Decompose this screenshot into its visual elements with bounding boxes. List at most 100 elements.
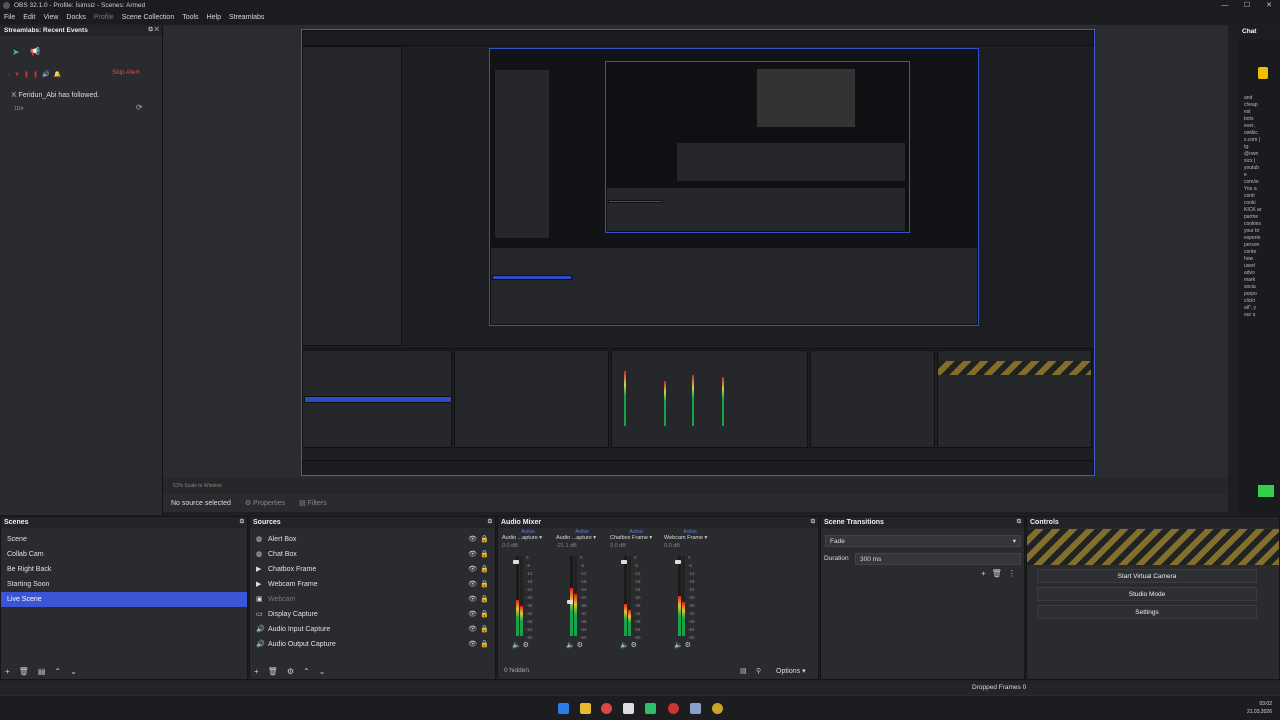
nested-screen xyxy=(489,48,979,326)
megaphone-icon[interactable]: 📢 xyxy=(30,47,40,56)
source-item[interactable]: ▶ Chatbox Frame 👁 🔒 xyxy=(250,562,495,577)
chat-line: clicki xyxy=(1244,298,1255,304)
volume-fader[interactable] xyxy=(513,560,519,564)
visibility-eye-icon[interactable]: 👁 xyxy=(468,577,477,592)
menu-tools[interactable]: Tools xyxy=(182,14,198,21)
preview-scale[interactable]: 61% Scale to Window xyxy=(173,483,222,489)
app-icon[interactable] xyxy=(645,703,656,714)
source-item[interactable]: ▶ Webcam Frame 👁 🔒 xyxy=(250,577,495,592)
source-item[interactable]: ◍ Chat Box 👁 🔒 xyxy=(250,547,495,562)
mute-speaker-icon[interactable]: 🔈 ⚙ xyxy=(620,641,637,649)
visibility-eye-icon[interactable]: 👁 xyxy=(468,532,477,547)
visibility-eye-icon[interactable]: 👁 xyxy=(468,592,477,607)
minimize-button[interactable]: — xyxy=(1214,0,1236,11)
start-virtual-camera-button[interactable]: Start Virtual Camera xyxy=(1037,569,1257,583)
dock-undock-icon[interactable]: ⧉ xyxy=(1017,517,1021,528)
lock-icon[interactable]: 🔒 xyxy=(480,562,489,577)
chat-line: cookies xyxy=(1244,221,1261,227)
menu-streamlabs[interactable]: Streamlabs xyxy=(229,14,264,21)
source-item[interactable]: ◍ Alert Box 👁 🔒 xyxy=(250,532,495,547)
visibility-eye-icon[interactable]: 👁 xyxy=(468,547,477,562)
remove-source-button[interactable]: 🗑 xyxy=(268,667,278,676)
remove-scene-button[interactable]: 🗑 xyxy=(19,667,29,676)
duration-input[interactable]: 300 ms xyxy=(855,553,1021,565)
visibility-eye-icon[interactable]: 👁 xyxy=(468,637,477,652)
volume-fader[interactable] xyxy=(567,600,573,604)
transition-toolbar[interactable]: +🗑⋮ xyxy=(981,569,1022,578)
chat-accept-button[interactable] xyxy=(1258,485,1274,497)
dock-undock-icon[interactable]: ⧉ xyxy=(240,517,244,528)
close-button[interactable]: ✕ xyxy=(1258,0,1280,11)
lock-icon[interactable]: 🔒 xyxy=(480,577,489,592)
app-icon[interactable] xyxy=(712,703,723,714)
source-properties-button[interactable]: ⚙ xyxy=(287,667,294,676)
scene-item[interactable]: Be Right Back xyxy=(1,562,247,577)
lock-icon[interactable]: 🔒 xyxy=(480,547,489,562)
event-controls[interactable]: ›▼❚❚🔊🔔 xyxy=(8,71,65,78)
channel-db: 0.0 dB xyxy=(610,543,626,549)
visibility-eye-icon[interactable]: 👁 xyxy=(468,622,477,637)
scene-item[interactable]: Live Scene xyxy=(1,592,247,607)
move-down-button[interactable]: ⌄ xyxy=(70,667,77,676)
scene-item[interactable]: Scene xyxy=(1,532,247,547)
volume-fader[interactable] xyxy=(621,560,627,564)
menu-edit[interactable]: Edit xyxy=(23,14,35,21)
transition-select[interactable]: Fade ▾ xyxy=(825,535,1021,547)
scene-item[interactable]: Starting Soon xyxy=(1,577,247,592)
scene-filters-button[interactable]: ▤ xyxy=(38,667,46,676)
menu-profile[interactable]: Profile xyxy=(94,14,114,21)
mute-speaker-icon[interactable]: 🔈 ⚙ xyxy=(674,641,691,649)
calendar-icon[interactable] xyxy=(623,703,634,714)
lock-icon[interactable]: 🔒 xyxy=(480,532,489,547)
repeat-icon[interactable]: ⟳ xyxy=(136,103,143,112)
lock-icon[interactable]: 🔒 xyxy=(480,592,489,607)
menu-docks[interactable]: Docks xyxy=(66,14,85,21)
move-down-button[interactable]: ⌄ xyxy=(319,667,326,676)
filters-button[interactable]: ▤ Filters xyxy=(299,499,327,507)
level-meter-fill xyxy=(520,606,523,636)
send-icon[interactable]: ➤ xyxy=(12,47,20,58)
lock-icon[interactable]: 🔒 xyxy=(480,607,489,622)
mixer-options-button[interactable]: Options ▾ xyxy=(776,667,806,675)
scene-item[interactable]: Collab Cam xyxy=(1,547,247,562)
mixer-link-icon[interactable]: ⚲ xyxy=(756,667,761,675)
lock-icon[interactable]: 🔒 xyxy=(480,637,489,652)
mute-speaker-icon[interactable]: 🔈 ⚙ xyxy=(566,641,583,649)
dock-float-close-icon[interactable]: ⧉ ✕ xyxy=(148,25,159,36)
menu-file[interactable]: File xyxy=(4,14,15,21)
source-item[interactable]: ▭ Display Capture 👁 🔒 xyxy=(250,607,495,622)
move-up-button[interactable]: ⌃ xyxy=(54,667,61,676)
studio-mode-button[interactable]: Studio Mode xyxy=(1037,587,1257,601)
mute-speaker-icon[interactable]: 🔈 ⚙ xyxy=(512,641,529,649)
add-source-button[interactable]: + xyxy=(254,667,259,676)
move-up-button[interactable]: ⌃ xyxy=(303,667,310,676)
source-item[interactable]: 🔊 Audio Output Capture 👁 🔒 xyxy=(250,637,495,652)
app-icon[interactable] xyxy=(690,703,701,714)
properties-button[interactable]: ⚙ Properties xyxy=(245,499,285,507)
menu-view[interactable]: View xyxy=(43,14,58,21)
mixer-channel: Active Chatbox Frame ▾ 0.0 dB 0 -6 -12 -18 -24-… xyxy=(610,529,662,664)
chat-line: @own xyxy=(1244,151,1259,157)
skip-alert-button[interactable]: Skip Alert xyxy=(112,69,139,76)
db-tick: -24 xyxy=(526,587,533,592)
chrome-icon[interactable] xyxy=(601,703,612,714)
file-explorer-icon[interactable] xyxy=(580,703,591,714)
menu-help[interactable]: Help xyxy=(207,14,221,21)
add-scene-button[interactable]: + xyxy=(5,667,10,676)
source-item[interactable]: 🔊 Audio Input Capture 👁 🔒 xyxy=(250,622,495,637)
dock-undock-icon[interactable]: ⧉ xyxy=(811,517,815,528)
source-item[interactable]: ▣ Webcam 👁 🔒 xyxy=(250,592,495,607)
dock-undock-icon[interactable]: ⧉ xyxy=(488,517,492,528)
kick-icon: K xyxy=(12,92,17,99)
volume-fader[interactable] xyxy=(675,560,681,564)
settings-button[interactable]: Settings xyxy=(1037,605,1257,619)
maximize-button[interactable]: ☐ xyxy=(1236,0,1258,11)
mixer-layout-icon[interactable]: ▤ xyxy=(740,667,747,675)
visibility-eye-icon[interactable]: 👁 xyxy=(468,607,477,622)
lock-icon[interactable]: 🔒 xyxy=(480,622,489,637)
system-tray[interactable]: 03:02 21.03.2026 xyxy=(1247,700,1272,716)
menu-scene-collection[interactable]: Scene Collection xyxy=(122,14,175,21)
obs-icon[interactable] xyxy=(668,703,679,714)
start-icon[interactable] xyxy=(558,703,569,714)
visibility-eye-icon[interactable]: 👁 xyxy=(468,562,477,577)
